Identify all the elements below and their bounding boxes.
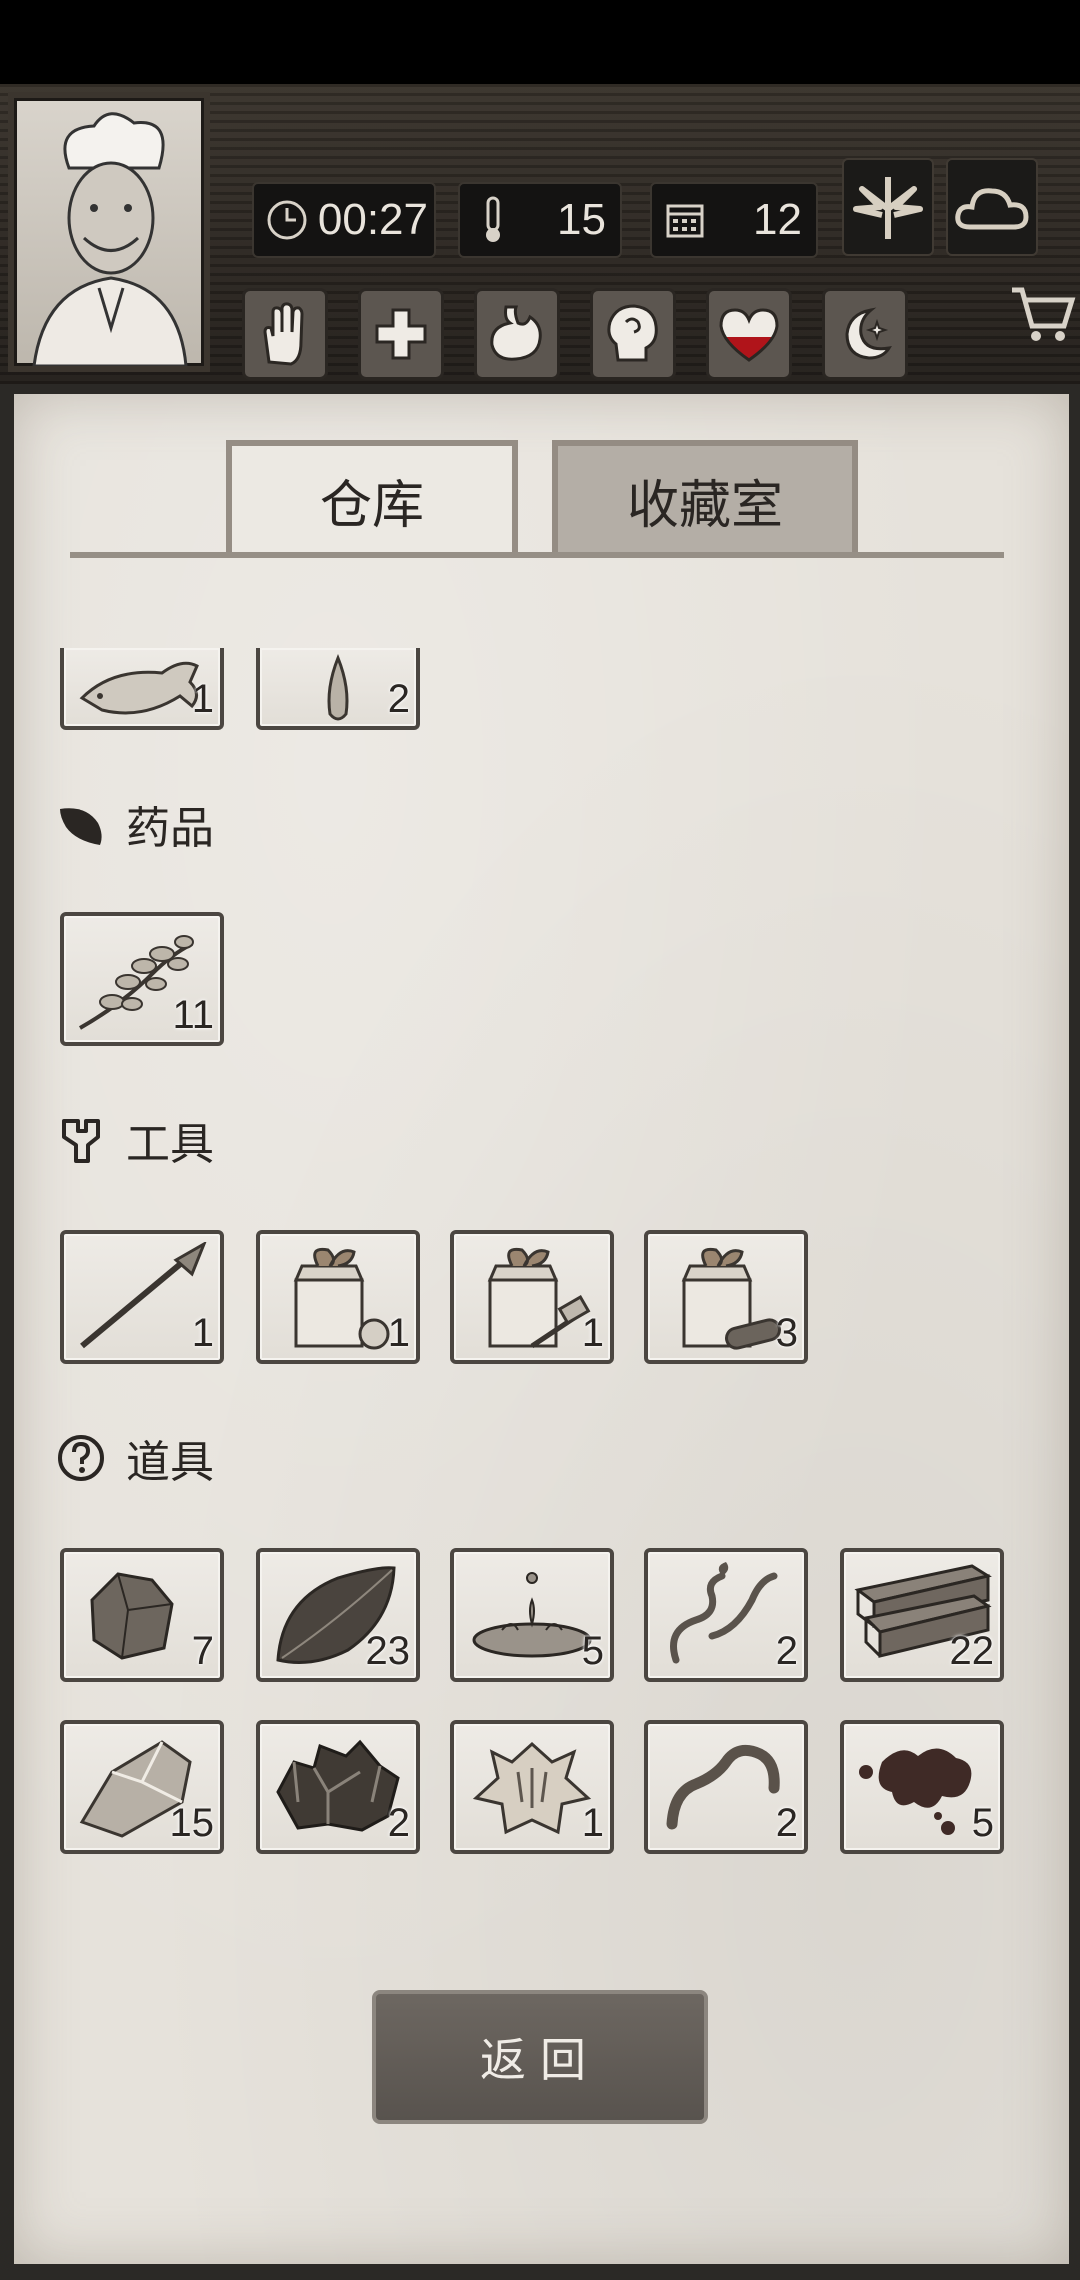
inventory-slot-animal-hide[interactable]: 1 [450,1720,614,1854]
temperature-display: 15 [458,182,622,258]
item-count: 11 [172,993,214,1037]
section-medicine: 药品 [56,794,214,854]
sleep-status-button[interactable] [822,288,908,380]
season-button[interactable] [842,158,934,256]
section-props: 道具 [56,1428,214,1488]
inventory-slot-gift-box[interactable]: 1 [256,1230,420,1364]
inventory-slot-fish[interactable]: 1 [60,648,224,730]
time-display: 00:27 [252,182,436,258]
item-count: 1 [387,1311,410,1355]
inventory-slot-spear[interactable]: 1 [60,1230,224,1364]
health-cross-icon [375,308,427,360]
item-count: 3 [775,1311,798,1355]
item-count: 15 [169,1801,215,1845]
item-count: 2 [387,677,410,721]
inventory-slot-stone[interactable]: 7 [60,1548,224,1682]
leaf-icon [853,177,923,239]
weather-button[interactable] [946,158,1038,256]
inventory-slot-wood-planks[interactable]: 22 [840,1548,1004,1682]
wrench-icon [62,1119,100,1163]
item-count: 5 [971,1801,994,1845]
head-icon [607,304,658,362]
item-count: 1 [191,1311,214,1355]
inventory-slot-seed[interactable]: 2 [256,648,420,730]
item-count: 5 [581,1629,604,1673]
status-bar [0,0,1080,84]
day-value: 12 [753,195,802,244]
inventory-slot-herb[interactable]: 11 [60,912,224,1046]
clock-icon [262,195,312,245]
medicine-leaf-icon [60,808,102,845]
inventory-slot-leaf[interactable]: 23 [256,1548,420,1682]
item-count: 7 [191,1629,214,1673]
shop-cart-button[interactable] [1006,278,1076,348]
chef-portrait-icon [32,112,188,368]
item-count: 22 [949,1629,995,1673]
return-button[interactable]: 返回 [372,1990,708,2124]
character-portrait[interactable] [8,92,210,372]
item-count: 2 [775,1629,798,1673]
section-title: 药品 [126,803,214,854]
moon-icon [845,307,892,360]
inventory-slot-ore[interactable]: 2 [256,1720,420,1854]
stomach-icon [490,305,542,361]
item-count: 1 [191,677,214,721]
inventory-slot-vine[interactable]: 2 [644,1548,808,1682]
inventory-slot-flint[interactable]: 15 [60,1720,224,1854]
heart-status-button[interactable] [706,288,792,380]
item-count: 2 [775,1801,798,1845]
cloud-icon [955,188,1029,230]
time-value: 00:27 [317,195,428,244]
inventory-slot-worm[interactable]: 2 [644,1720,808,1854]
section-tools: 工具 [56,1110,214,1170]
tab-collection-room[interactable]: 收藏室 [552,440,858,554]
hunger-status-button[interactable] [474,288,560,380]
hand-status-button[interactable] [242,288,328,380]
section-title: 工具 [126,1119,214,1170]
temperature-value: 15 [557,195,606,244]
inventory-slot-blood[interactable]: 5 [840,1720,1004,1854]
heart-icon [719,308,779,362]
inventory-slot-gift-box[interactable]: 3 [644,1230,808,1364]
cart-icon [1012,287,1076,341]
tab-divider [70,552,1004,558]
section-title: 道具 [126,1437,214,1488]
tab-warehouse[interactable]: 仓库 [226,440,518,554]
hand-icon [263,302,304,366]
day-display: 12 [650,182,818,258]
mind-status-button[interactable] [590,288,676,380]
thermometer-icon [468,195,518,245]
question-icon [58,1435,104,1481]
inventory-slot-water[interactable]: 5 [450,1548,614,1682]
item-count: 1 [581,1801,604,1845]
item-count: 2 [387,1801,410,1845]
health-status-button[interactable] [358,288,444,380]
inventory-slot-gift-box[interactable]: 1 [450,1230,614,1364]
item-count: 23 [365,1629,411,1673]
calendar-icon [660,195,710,245]
item-count: 1 [581,1311,604,1355]
